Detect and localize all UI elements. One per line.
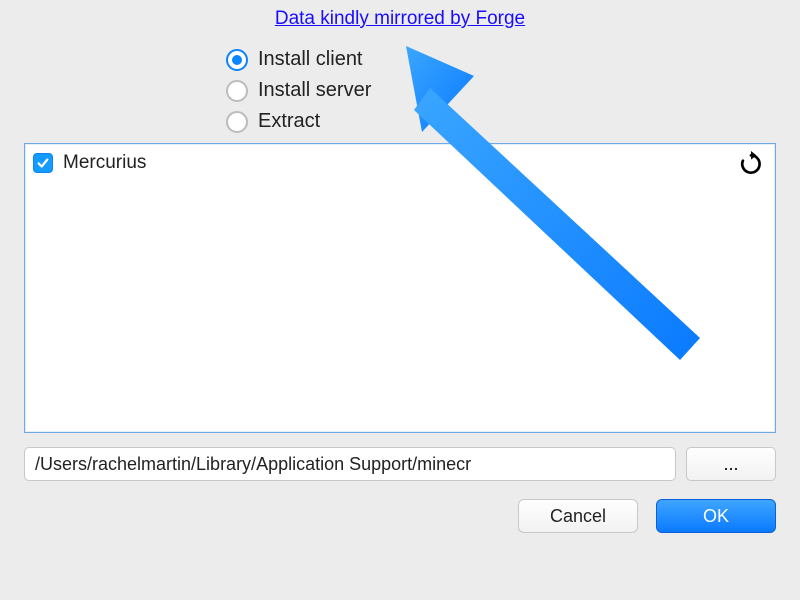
- mirror-link[interactable]: Data kindly mirrored by Forge: [0, 0, 800, 30]
- radio-label: Install server: [258, 79, 371, 102]
- install-path-input[interactable]: [24, 447, 676, 481]
- install-path-row: ...: [24, 447, 776, 481]
- refresh-icon[interactable]: [737, 150, 765, 178]
- components-list: Mercurius: [24, 143, 776, 433]
- install-mode-group: Install client Install server Extract: [226, 48, 800, 133]
- list-item-label: Mercurius: [63, 152, 146, 174]
- radio-label: Extract: [258, 110, 320, 133]
- cancel-button[interactable]: Cancel: [518, 499, 638, 533]
- radio-icon: [226, 111, 248, 133]
- radio-install-client[interactable]: Install client: [226, 48, 800, 71]
- checkbox-icon[interactable]: [33, 153, 53, 173]
- dialog-buttons: Cancel OK: [0, 499, 776, 533]
- radio-label: Install client: [258, 48, 363, 71]
- radio-install-server[interactable]: Install server: [226, 79, 800, 102]
- list-item[interactable]: Mercurius: [33, 150, 767, 176]
- radio-icon: [226, 49, 248, 71]
- ok-button[interactable]: OK: [656, 499, 776, 533]
- radio-extract[interactable]: Extract: [226, 110, 800, 133]
- radio-icon: [226, 80, 248, 102]
- browse-button[interactable]: ...: [686, 447, 776, 481]
